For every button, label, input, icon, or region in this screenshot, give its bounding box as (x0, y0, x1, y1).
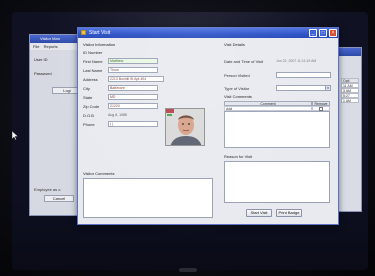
background-menu-bar: File Reports (30, 43, 84, 50)
menu-file[interactable]: File (33, 44, 39, 49)
print-badge-button[interactable]: Print Badge (276, 209, 302, 217)
app-icon (81, 30, 86, 35)
mouse-cursor-icon (12, 131, 18, 140)
chevron-down-icon[interactable]: ▾ (325, 86, 330, 90)
monitor-logo (179, 268, 197, 272)
visitor-comments-area[interactable] (83, 178, 213, 218)
user-id-label: User ID (34, 57, 48, 62)
last-name-field[interactable]: Thum (108, 67, 158, 73)
visitor-information-heading: Visitor Information (83, 42, 116, 47)
type-of-visitor-label: Type of Visitor (224, 86, 250, 91)
start-visit-window[interactable]: Start Visit _ □ × Visitor Information ID… (77, 27, 339, 225)
password-label: Password (34, 71, 52, 76)
maximize-button[interactable]: □ (319, 29, 327, 37)
first-name-label: First Name (83, 59, 103, 64)
window-title: Start Visit (89, 30, 111, 36)
visit-details-heading: Visit Details (224, 42, 245, 47)
state-field[interactable]: MD (108, 94, 158, 100)
reason-for-visit-label: Reason for Visit (224, 154, 253, 159)
state-label: State (83, 95, 93, 100)
phone-field[interactable]: ( ) (108, 121, 158, 127)
date-time-label: Date and Time of Visit (224, 59, 264, 64)
zip-code-field[interactable]: 21224 (108, 103, 158, 109)
visitor-comments-label: Visitor Comments (83, 171, 115, 176)
dob-value[interactable]: Aug 6, 1985 (108, 113, 127, 117)
desktop-screen: Visitor Man File Reports User ID Passwor… (12, 12, 368, 270)
minimize-button[interactable]: _ (309, 29, 317, 37)
visitor-photo (165, 108, 205, 146)
visit-comments-table[interactable] (224, 111, 330, 148)
type-of-visitor-select[interactable]: ▾ (276, 85, 331, 91)
person-visited-field[interactable] (276, 72, 331, 78)
monitor-bezel: Visitor Man File Reports User ID Passwor… (0, 0, 375, 276)
background-right-cell: 1 AM (341, 98, 359, 103)
reason-for-visit-area[interactable] (224, 161, 330, 203)
city-label: City (83, 86, 90, 91)
close-button[interactable]: × (329, 29, 337, 37)
cancel-button[interactable]: Cancel (44, 195, 74, 202)
visit-comments-heading: Visit Comments (224, 94, 252, 99)
first-name-field[interactable]: Matthew (108, 58, 158, 64)
zip-code-label: Zip Code (83, 104, 100, 109)
background-window-title: Visitor Man (30, 35, 84, 43)
id-number-label: ID Number (83, 50, 103, 55)
city-field[interactable]: Baltimore (108, 85, 158, 91)
face-photo-icon (166, 109, 204, 145)
date-time-value: Jun 22, 2007 11:11:19 AM (276, 59, 317, 63)
last-name-label: Last Name (83, 68, 103, 73)
phone-label: Phone (83, 122, 95, 127)
window-titlebar[interactable]: Start Visit _ □ × (78, 28, 338, 38)
dob-label: D.O.B (83, 113, 94, 118)
address-label: Address (83, 77, 98, 82)
address-field[interactable]: 2213 Boxhill St Apt 404 (108, 76, 164, 82)
menu-reports[interactable]: Reports (44, 44, 58, 49)
person-visited-label: Person Visited (224, 73, 250, 78)
start-visit-button[interactable]: Start Visit (246, 209, 272, 217)
employee-note: Employee as o (34, 187, 61, 192)
